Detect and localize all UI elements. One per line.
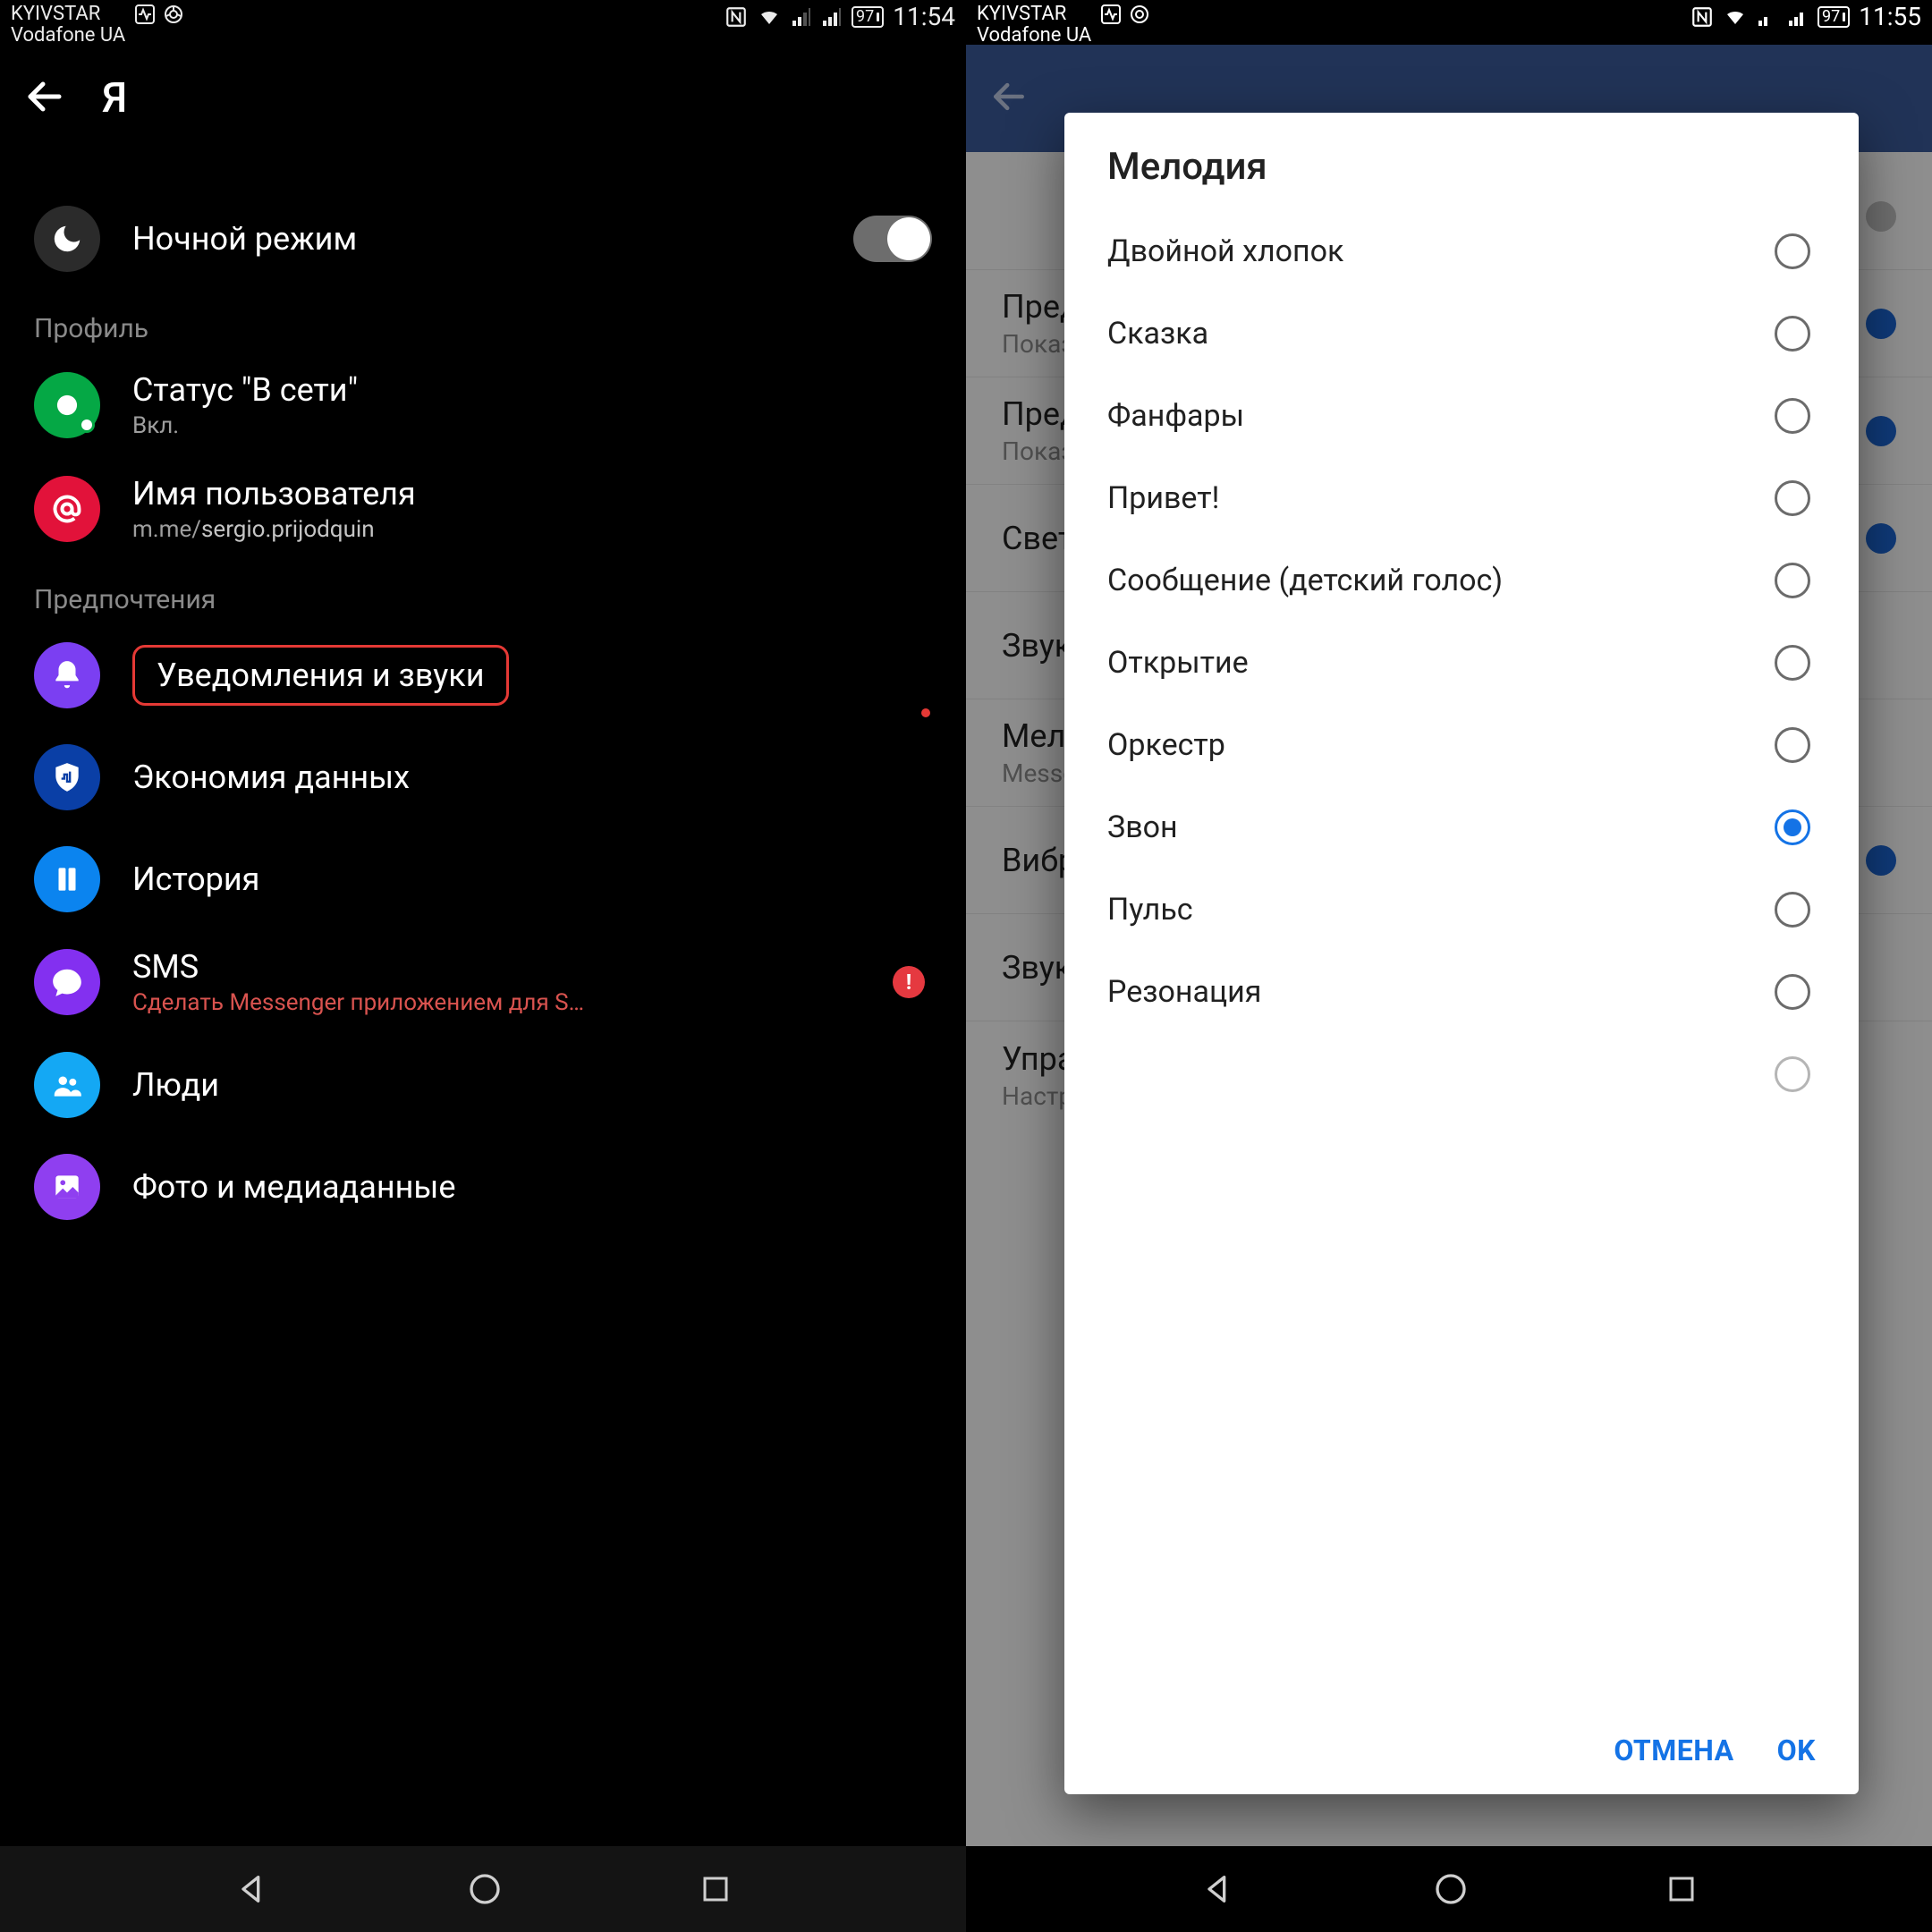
status-time: 11:55 xyxy=(1859,4,1921,31)
radio-icon[interactable] xyxy=(1775,809,1810,845)
ringtone-option[interactable]: Привет! xyxy=(1064,457,1859,539)
ringtone-option[interactable]: Резонация xyxy=(1064,951,1859,1033)
radio-icon[interactable] xyxy=(1775,974,1810,1010)
nfc-icon xyxy=(1690,5,1714,29)
carrier-2: Vodafone UA xyxy=(11,25,125,47)
ok-button[interactable]: OK xyxy=(1777,1733,1816,1767)
status-time: 11:54 xyxy=(893,4,955,31)
username-row[interactable]: Имя пользователя m.me/sergio.prijodquin xyxy=(0,457,966,561)
ringtone-label: Оркестр xyxy=(1107,727,1225,763)
online-status-row[interactable]: Статус "В сети" Вкл. xyxy=(0,353,966,457)
notifications-row[interactable]: Уведомления и звуки xyxy=(0,624,966,726)
ringtone-label: Привет! xyxy=(1107,480,1219,516)
history-icon xyxy=(34,846,100,912)
radio-icon[interactable] xyxy=(1775,398,1810,434)
wifi-icon xyxy=(757,6,782,28)
shield-icon xyxy=(34,744,100,810)
ringtone-option[interactable]: Пульс xyxy=(1064,869,1859,951)
alert-badge: ! xyxy=(893,966,925,998)
ringtone-label: Двойной хлопок xyxy=(1107,233,1343,269)
dialog-title: Мелодия xyxy=(1064,113,1859,210)
presence-icon xyxy=(34,372,100,438)
ringtone-label: Пульс xyxy=(1107,892,1193,928)
radio-icon[interactable] xyxy=(1775,563,1810,598)
red-dot xyxy=(921,708,930,717)
username-value: m.me/sergio.prijodquin xyxy=(132,516,416,543)
ringtone-option[interactable]: Оркестр xyxy=(1064,704,1859,786)
chrome-icon xyxy=(163,4,184,25)
battery-icon: 97 xyxy=(1818,6,1850,28)
carrier-1: KYIVSTAR xyxy=(977,4,1091,25)
nav-bar xyxy=(966,1846,1932,1932)
people-row[interactable]: Люди xyxy=(0,1034,966,1136)
section-profile: Профиль xyxy=(0,290,966,353)
nav-recent-icon[interactable] xyxy=(1665,1873,1698,1905)
signal-1-icon xyxy=(791,6,812,28)
ringtone-label: Сказка xyxy=(1107,316,1208,352)
at-icon xyxy=(34,476,100,542)
chrome-icon xyxy=(1129,4,1150,25)
radio-icon[interactable] xyxy=(1775,892,1810,928)
ringtone-label: Открытие xyxy=(1107,645,1249,681)
data-saver-row[interactable]: Экономия данных xyxy=(0,726,966,828)
ringtone-option[interactable]: Звон xyxy=(1064,786,1859,869)
back-icon[interactable] xyxy=(23,75,66,122)
history-row[interactable]: История xyxy=(0,828,966,930)
section-prefs: Предпочтения xyxy=(0,561,966,624)
nav-back-icon[interactable] xyxy=(234,1871,270,1907)
app-header: Я xyxy=(0,45,966,152)
ringtone-label: Резонация xyxy=(1107,974,1261,1010)
ringtone-option[interactable]: Фанфары xyxy=(1064,375,1859,457)
chat-icon xyxy=(34,949,100,1015)
nav-home-icon[interactable] xyxy=(1433,1871,1469,1907)
nfc-icon xyxy=(724,5,748,29)
ringtone-option[interactable]: Сообщение (детский голос) xyxy=(1064,539,1859,622)
media-row[interactable]: Фото и медиаданные xyxy=(0,1136,966,1238)
ringtone-label: Фанфары xyxy=(1107,398,1244,434)
ringtone-option[interactable]: Открытие xyxy=(1064,622,1859,704)
cancel-button[interactable]: ОТМЕНА xyxy=(1614,1733,1733,1767)
dialog-list: Двойной хлопок Сказка Фанфары Привет! Сообще… xyxy=(1064,210,1859,1716)
moon-icon xyxy=(34,206,100,272)
status-bar: KYIVSTAR Vodafone UA 97 11:54 xyxy=(0,0,966,45)
radio-icon[interactable] xyxy=(1775,645,1810,681)
radio-icon[interactable] xyxy=(1775,480,1810,516)
nav-back-icon[interactable] xyxy=(1200,1871,1236,1907)
activity-icon xyxy=(134,4,156,25)
signal-2-icon xyxy=(821,6,843,28)
carrier-1: KYIVSTAR xyxy=(11,4,125,25)
signal-2-icon xyxy=(1787,6,1809,28)
wifi-icon xyxy=(1723,6,1748,28)
people-icon xyxy=(34,1052,100,1118)
page-title: Я xyxy=(102,74,127,123)
image-icon xyxy=(34,1154,100,1220)
ringtone-dialog: Мелодия Двойной хлопок Сказка Фанфары Приве… xyxy=(1064,113,1859,1794)
bell-icon xyxy=(34,642,100,708)
ringtone-label: Сообщение (детский голос) xyxy=(1107,563,1503,598)
ringtone-option[interactable]: Сказка xyxy=(1064,292,1859,375)
nav-recent-icon[interactable] xyxy=(699,1873,732,1905)
status-bar: KYIVSTAR Vodafone UA 97 11:55 xyxy=(966,0,1932,45)
radio-icon[interactable] xyxy=(1775,316,1810,352)
night-mode-toggle[interactable] xyxy=(853,216,932,262)
activity-icon xyxy=(1100,4,1122,25)
radio-icon[interactable] xyxy=(1775,727,1810,763)
battery-icon: 97 xyxy=(852,6,884,28)
radio-icon[interactable] xyxy=(1775,233,1810,269)
carrier-2: Vodafone UA xyxy=(977,25,1091,47)
ringtone-option[interactable]: Двойной хлопок xyxy=(1064,210,1859,292)
signal-1-icon xyxy=(1757,6,1778,28)
nav-home-icon[interactable] xyxy=(467,1871,503,1907)
night-mode-row[interactable]: Ночной режим xyxy=(0,188,966,290)
sms-row[interactable]: SMS Сделать Messenger приложением для S…… xyxy=(0,930,966,1034)
nav-bar xyxy=(0,1846,966,1932)
ringtone-label: Звон xyxy=(1107,809,1178,845)
